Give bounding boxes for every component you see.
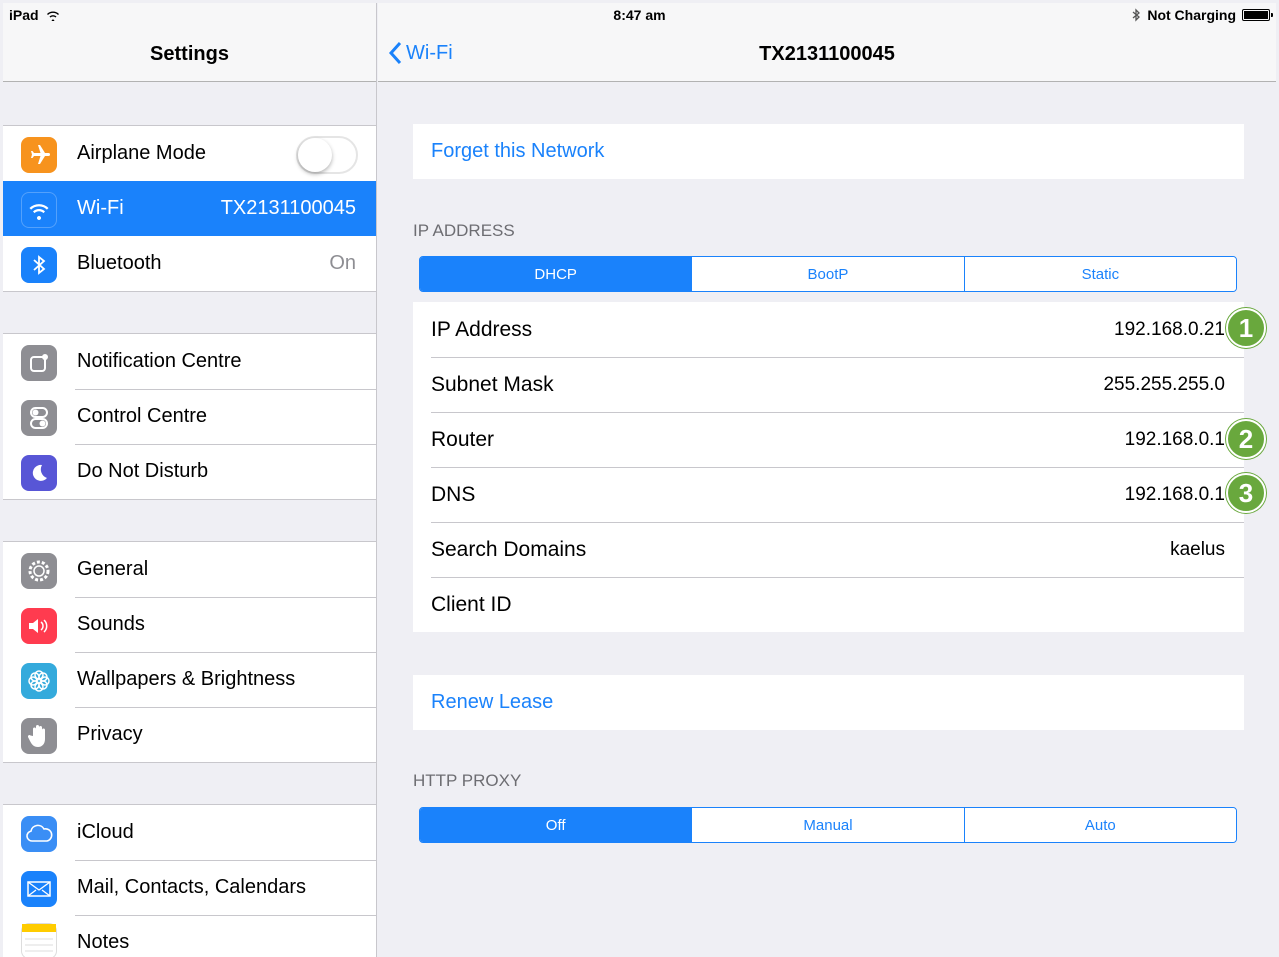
sidebar-item-label: Privacy [77, 723, 143, 745]
dns-row: DNS 192.168.0.1 [413, 467, 1244, 522]
sidebar-item-airplane-mode[interactable]: Airplane Mode [3, 126, 376, 181]
settings-sidebar: Settings Airplane Mode Wi-Fi TX213110004… [3, 3, 377, 957]
bluetooth-status-icon [1132, 8, 1141, 22]
sidebar-item-control-centre[interactable]: Control Centre [3, 389, 376, 444]
sidebar-item-label: Bluetooth [77, 252, 162, 274]
wifi-network-name: TX2131100045 [220, 197, 356, 219]
ip-mode-segmented-control: DHCP BootP Static [419, 256, 1237, 292]
row-value: 192.168.0.21 [1114, 318, 1225, 340]
search-domains-row: Search Domains kaelus [413, 522, 1244, 577]
settings-group-connectivity: Airplane Mode Wi-Fi TX2131100045 Bluetoo… [3, 125, 376, 292]
sidebar-item-label: iCloud [77, 821, 134, 843]
row-key: Subnet Mask [431, 372, 554, 396]
ip-address-row: IP Address 192.168.0.21 [413, 302, 1244, 357]
bluetooth-status: On [329, 252, 356, 274]
row-value: 192.168.0.1 [1124, 483, 1225, 505]
sidebar-item-do-not-disturb[interactable]: Do Not Disturb [3, 444, 376, 499]
sidebar-item-label: Wi-Fi [77, 197, 124, 219]
ip-details-card: IP Address 192.168.0.21 Subnet Mask 255.… [413, 302, 1244, 632]
segment-auto[interactable]: Auto [963, 808, 1236, 842]
client-id-row[interactable]: Client ID [413, 577, 1244, 632]
annotation-badge-2: 2 [1226, 419, 1266, 459]
hand-icon [21, 718, 57, 754]
segment-off[interactable]: Off [420, 808, 692, 842]
sidebar-item-wallpapers[interactable]: Wallpapers & Brightness [3, 652, 376, 707]
mail-icon [21, 871, 57, 907]
sidebar-item-label: Mail, Contacts, Calendars [77, 876, 306, 898]
subnet-mask-row: Subnet Mask 255.255.255.0 [413, 357, 1244, 412]
status-bar: iPad 8:47 am Not Charging [3, 3, 1276, 27]
row-value: 192.168.0.1 [1124, 428, 1225, 450]
renew-lease-card: Renew Lease [413, 675, 1244, 730]
airplane-icon [21, 137, 57, 173]
sidebar-item-label: Airplane Mode [77, 142, 206, 164]
row-key: DNS [431, 482, 476, 506]
sidebar-item-sounds[interactable]: Sounds [3, 597, 376, 652]
sidebar-item-mail[interactable]: Mail, Contacts, Calendars [3, 860, 376, 915]
segment-bootp[interactable]: BootP [691, 257, 964, 291]
moon-icon [21, 455, 57, 491]
annotation-badge-3: 3 [1226, 473, 1266, 513]
segment-manual[interactable]: Manual [691, 808, 964, 842]
toggle-knob [298, 138, 332, 172]
sidebar-item-general[interactable]: General [3, 542, 376, 597]
row-value: kaelus [1170, 538, 1225, 560]
row-key: Router [431, 427, 495, 451]
sidebar-item-label: Sounds [77, 613, 145, 635]
proxy-mode-segmented-control: Off Manual Auto [419, 807, 1237, 843]
sidebar-item-wifi[interactable]: Wi-Fi TX2131100045 [3, 181, 376, 236]
wifi-icon [21, 192, 57, 228]
row-key: Client ID [431, 592, 512, 616]
notes-icon [21, 923, 57, 957]
ipad-screen: Settings Airplane Mode Wi-Fi TX213110004… [3, 3, 1276, 957]
battery-icon [1242, 9, 1273, 21]
airplane-mode-toggle[interactable] [296, 136, 358, 174]
sidebar-title: Settings [150, 43, 229, 65]
row-key: Search Domains [431, 537, 587, 561]
row-key: IP Address [431, 317, 533, 341]
sidebar-item-label: Notification Centre [77, 350, 242, 372]
row-value: 255.255.255.0 [1103, 373, 1225, 395]
sidebar-item-icloud[interactable]: iCloud [3, 805, 376, 860]
sidebar-item-label: Do Not Disturb [77, 460, 209, 482]
sidebar-item-label: Notes [77, 931, 130, 953]
status-right: Not Charging [1131, 7, 1273, 23]
bluetooth-icon [21, 247, 57, 283]
sidebar-item-label: General [77, 558, 149, 580]
settings-group-notifications: Notification Centre Control Centre Do No… [3, 333, 376, 500]
wifi-detail-pane: Wi-Fi TX2131100045 Forget this Network I… [378, 3, 1276, 957]
sidebar-item-label: Control Centre [77, 405, 208, 427]
http-proxy-section-label: HTTP PROXY [413, 771, 522, 790]
forget-network-button[interactable]: Forget this Network [413, 124, 1244, 179]
settings-group-general: General Sounds Wallpapers & Brightness P… [3, 541, 376, 763]
settings-group-accounts: iCloud Mail, Contacts, Calendars Notes [3, 804, 376, 957]
speaker-icon [21, 608, 57, 644]
segment-static[interactable]: Static [963, 257, 1236, 291]
sidebar-item-label: Wallpapers & Brightness [77, 668, 296, 690]
clock: 8:47 am [613, 7, 666, 23]
segment-dhcp[interactable]: DHCP [420, 257, 692, 291]
network-title: TX2131100045 [759, 43, 895, 65]
sidebar-item-notification-centre[interactable]: Notification Centre [3, 334, 376, 389]
gear-icon [21, 553, 57, 589]
notification-icon [21, 345, 57, 381]
annotation-badge-1: 1 [1226, 308, 1266, 348]
sidebar-item-bluetooth[interactable]: Bluetooth On [3, 236, 376, 291]
sidebar-item-notes[interactable]: Notes [3, 915, 376, 957]
ip-address-section-label: IP ADDRESS [413, 221, 515, 240]
cloud-icon [21, 816, 57, 852]
router-row: Router 192.168.0.1 [413, 412, 1244, 467]
control-centre-icon [21, 400, 57, 436]
flower-icon [21, 663, 57, 699]
charging-status: Not Charging [1147, 7, 1236, 23]
forget-network-card: Forget this Network [413, 124, 1244, 179]
renew-lease-button[interactable]: Renew Lease [413, 675, 1244, 730]
sidebar-item-privacy[interactable]: Privacy [3, 707, 376, 762]
